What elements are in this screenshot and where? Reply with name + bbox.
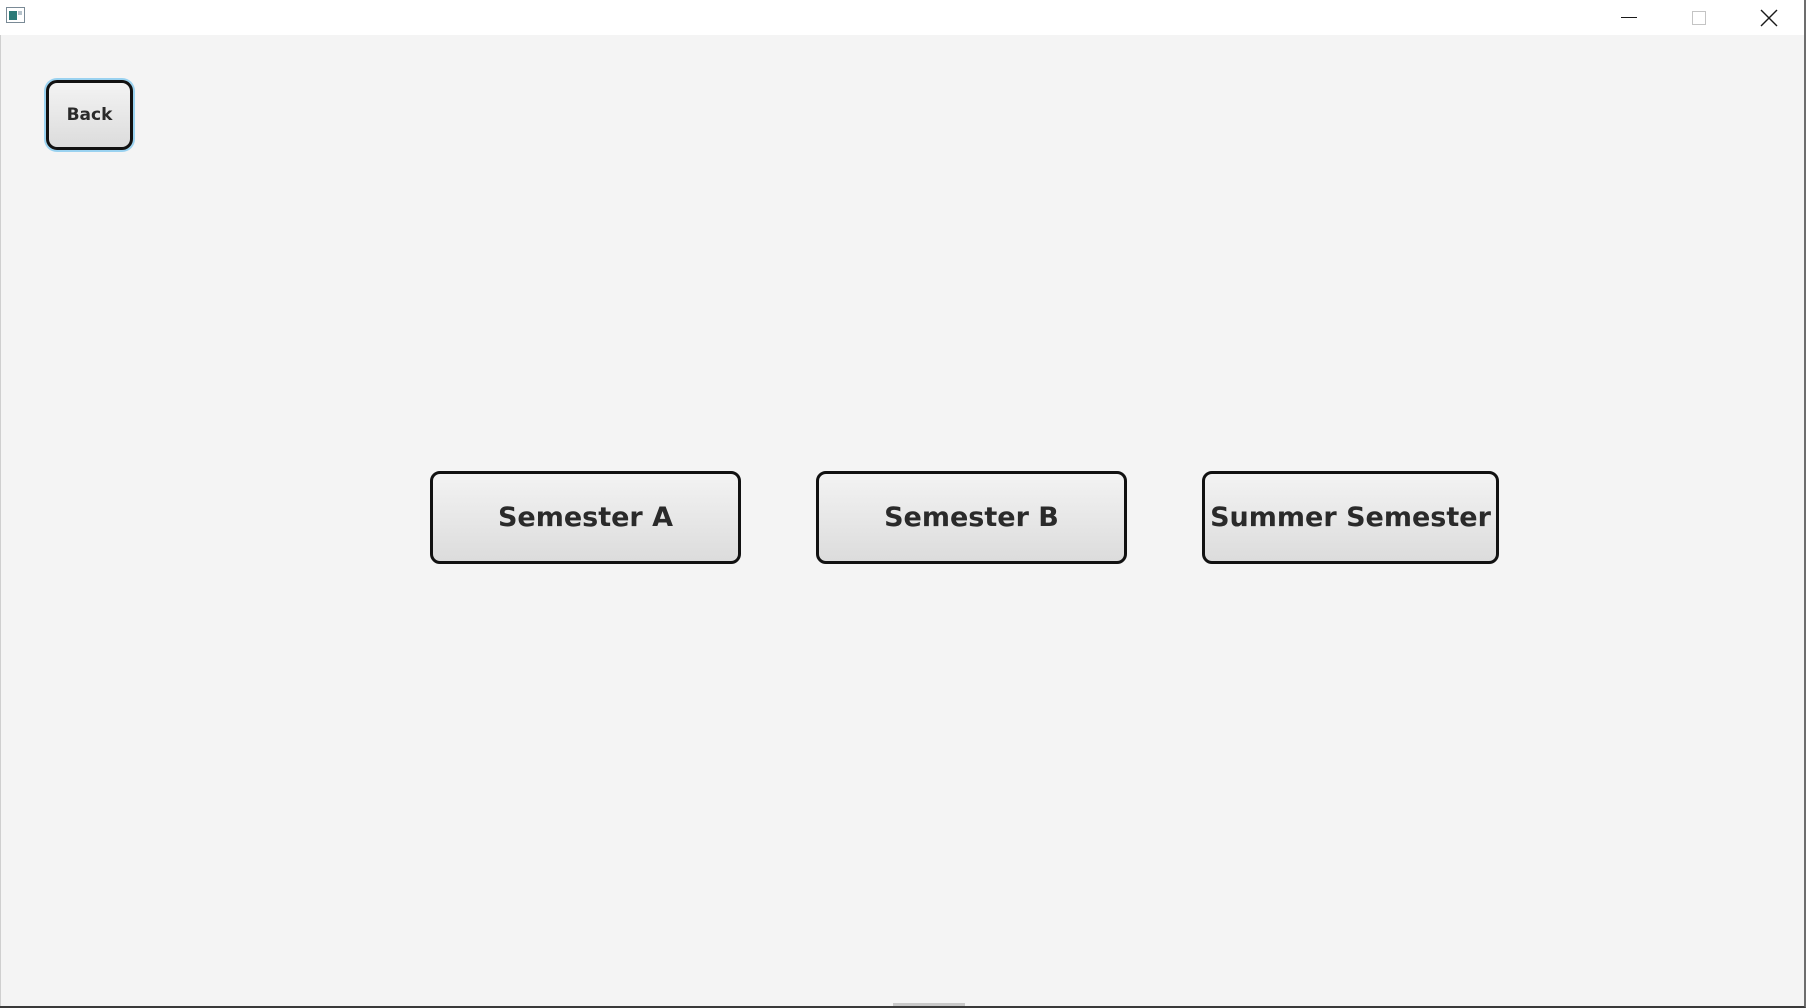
semester-b-button[interactable]: Semester B xyxy=(816,471,1127,564)
close-button[interactable] xyxy=(1734,0,1804,35)
close-icon xyxy=(1760,9,1778,26)
application-window: Back Semester A Semester B Summer Semest… xyxy=(0,0,1806,1008)
maximize-button[interactable] xyxy=(1664,0,1734,35)
minimize-button[interactable] xyxy=(1594,0,1664,35)
minimize-icon xyxy=(1621,17,1637,18)
title-bar[interactable] xyxy=(0,0,1804,35)
back-button[interactable]: Back xyxy=(46,80,133,150)
semester-a-button[interactable]: Semester A xyxy=(430,471,741,564)
app-window-icon xyxy=(6,7,25,23)
maximize-icon xyxy=(1692,10,1706,25)
content-area: Back Semester A Semester B Summer Semest… xyxy=(0,35,1804,1006)
summer-semester-button[interactable]: Summer Semester xyxy=(1202,471,1499,564)
horizontal-scroll-indicator[interactable] xyxy=(893,1003,965,1006)
